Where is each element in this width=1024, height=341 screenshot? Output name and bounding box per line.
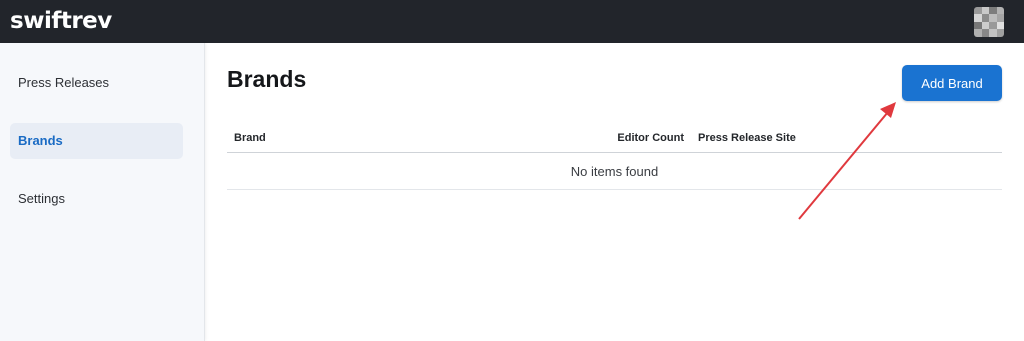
brands-table: Brand Editor Count Press Release Site No… bbox=[227, 125, 1002, 190]
sidebar: Press Releases Brands Settings bbox=[0, 43, 205, 341]
page-title: Brands bbox=[227, 66, 307, 92]
main-content: Brands Add Brand Brand Editor Count Pres… bbox=[205, 43, 1024, 341]
top-bar: swiftrev bbox=[0, 0, 1024, 43]
app-logo[interactable]: swiftrev bbox=[10, 0, 112, 43]
column-header-brand[interactable]: Brand bbox=[234, 132, 266, 144]
column-header-press-release-site[interactable]: Press Release Site bbox=[698, 132, 796, 144]
sidebar-item-brands[interactable]: Brands bbox=[10, 123, 183, 159]
add-brand-button[interactable]: Add Brand bbox=[902, 65, 1002, 101]
avatar[interactable] bbox=[974, 6, 1004, 37]
table-header: Brand Editor Count Press Release Site bbox=[227, 125, 1002, 153]
column-header-editor-count[interactable]: Editor Count bbox=[527, 132, 684, 144]
sidebar-item-settings[interactable]: Settings bbox=[10, 181, 183, 217]
empty-state-row: No items found bbox=[227, 153, 1002, 190]
sidebar-item-press-releases[interactable]: Press Releases bbox=[10, 65, 183, 101]
